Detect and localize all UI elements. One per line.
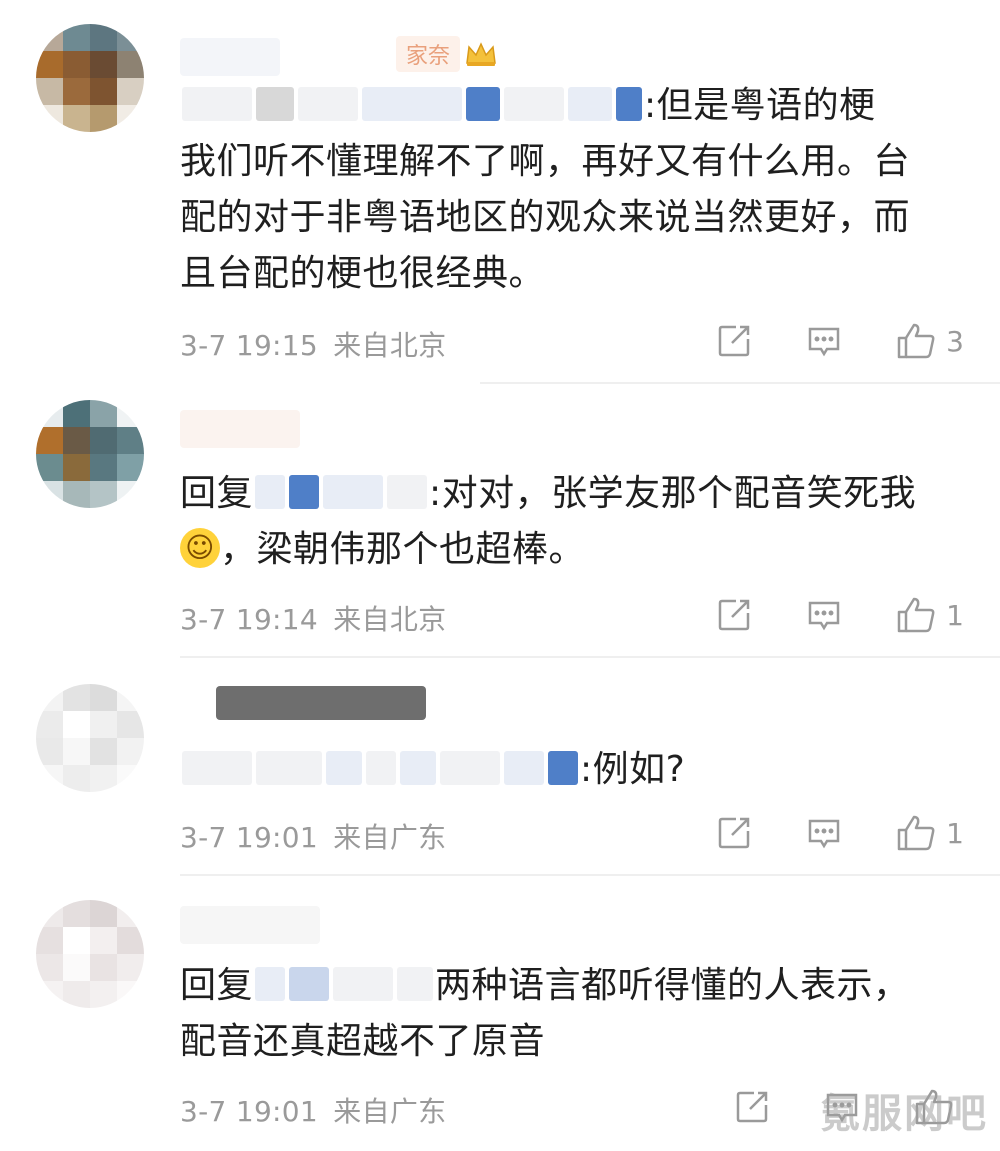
badge-label: 家奈 bbox=[396, 36, 461, 72]
location: 来自广东 bbox=[333, 821, 447, 854]
comment-meta: 3-7 19:15 来自北京 bbox=[180, 324, 446, 364]
like-button[interactable]: 1 bbox=[896, 814, 964, 852]
masked-text bbox=[504, 751, 544, 785]
username-masked[interactable] bbox=[180, 410, 300, 448]
masked-text bbox=[298, 87, 358, 121]
masked-text bbox=[362, 87, 462, 121]
masked-text bbox=[289, 475, 320, 509]
masked-text bbox=[256, 87, 294, 121]
comment-icon bbox=[808, 601, 840, 631]
masked-text bbox=[504, 87, 564, 121]
reply-line: 回复 两种语言都听得懂的人表示， bbox=[180, 958, 970, 1014]
comment-line: 且台配的梗也很经典。 bbox=[180, 253, 546, 294]
reply-label-masked bbox=[182, 87, 252, 121]
avatar[interactable] bbox=[36, 400, 144, 508]
reply-text: :但是粤语的梗 bbox=[644, 85, 876, 126]
like-button[interactable]: 1 bbox=[896, 596, 964, 634]
divider bbox=[480, 382, 1000, 384]
comment-body: :例如? bbox=[180, 742, 970, 798]
share-icon bbox=[718, 325, 750, 357]
like-count: 1 bbox=[946, 816, 964, 850]
share-icon bbox=[718, 599, 750, 631]
timestamp: 3-7 19:01 bbox=[180, 821, 319, 854]
comment-body: 回复 两种语言都听得懂的人表示， 配音还真超越不了原音 bbox=[180, 958, 970, 1070]
reply-label: 回复 bbox=[180, 473, 254, 514]
comment-meta: 3-7 19:01 来自广东 bbox=[180, 816, 446, 856]
masked-text bbox=[400, 751, 436, 785]
username-masked[interactable] bbox=[216, 686, 426, 720]
comment-icon bbox=[808, 327, 840, 357]
thumbs-up-icon bbox=[897, 597, 935, 633]
masked-text bbox=[255, 475, 286, 509]
comment-actions: 3 bbox=[662, 322, 964, 360]
masked-text bbox=[255, 967, 286, 1001]
like-count: 1 bbox=[946, 598, 964, 632]
username-masked[interactable] bbox=[180, 38, 280, 76]
masked-text bbox=[466, 87, 500, 121]
username-masked[interactable] bbox=[180, 906, 320, 944]
masked-text bbox=[333, 967, 394, 1001]
watermark: 氪服网吧 bbox=[820, 1091, 988, 1137]
timestamp: 3-7 19:15 bbox=[180, 329, 319, 362]
thumbs-up-icon bbox=[897, 323, 935, 359]
reply-button[interactable] bbox=[806, 323, 842, 359]
share-icon bbox=[736, 1091, 768, 1123]
avatar[interactable] bbox=[36, 900, 144, 1008]
reply-line: 回复 :对对，张学友那个配音笑死我 bbox=[180, 466, 970, 522]
comment-meta: 3-7 19:14 来自北京 bbox=[180, 598, 446, 638]
reply-text: :例如? bbox=[580, 749, 686, 790]
comment-line: 配的对于非粤语地区的观众来说当然更好，而 bbox=[180, 197, 911, 238]
share-icon bbox=[718, 817, 750, 849]
masked-text bbox=[323, 475, 384, 509]
divider bbox=[180, 656, 1000, 658]
thumbs-up-icon bbox=[897, 815, 935, 851]
laughing-tears-emoji: ☺ bbox=[180, 528, 220, 568]
share-button[interactable] bbox=[716, 815, 752, 851]
reply-line: :但是粤语的梗 bbox=[180, 78, 970, 134]
timestamp: 3-7 19:14 bbox=[180, 603, 319, 636]
masked-text bbox=[366, 751, 396, 785]
masked-text bbox=[568, 87, 612, 121]
comment-actions: 1 bbox=[662, 596, 964, 634]
reply-button[interactable] bbox=[806, 597, 842, 633]
share-button[interactable] bbox=[716, 597, 752, 633]
masked-text bbox=[440, 751, 500, 785]
comment-body: 回复 :对对，张学友那个配音笑死我 ☺ ，梁朝伟那个也超棒。 bbox=[180, 466, 970, 578]
share-button[interactable] bbox=[716, 323, 752, 359]
masked-text bbox=[387, 475, 428, 509]
location: 来自北京 bbox=[333, 603, 447, 636]
reply-text: 两种语言都听得懂的人表示， bbox=[435, 965, 910, 1006]
reply-text: :对对，张学友那个配音笑死我 bbox=[429, 473, 917, 514]
comment-actions: 1 bbox=[662, 814, 964, 852]
like-button[interactable]: 3 bbox=[896, 322, 964, 360]
masked-text bbox=[397, 967, 434, 1001]
masked-text bbox=[548, 751, 578, 785]
masked-text bbox=[326, 751, 362, 785]
location: 来自广东 bbox=[333, 1095, 447, 1128]
reply-line: :例如? bbox=[180, 742, 970, 798]
comment-line: ☺ ，梁朝伟那个也超棒。 bbox=[180, 522, 970, 578]
masked-text bbox=[256, 751, 322, 785]
reply-button[interactable] bbox=[806, 815, 842, 851]
reply-label: 回复 bbox=[180, 965, 254, 1006]
crown-icon bbox=[464, 41, 498, 67]
fan-badge: 家奈 bbox=[396, 36, 498, 72]
comment-body: :但是粤语的梗 我们听不懂理解不了啊，再好又有什么用。台 配的对于非粤语地区的观… bbox=[180, 78, 970, 302]
comment-line: 配音还真超越不了原音 bbox=[180, 1021, 546, 1062]
masked-text bbox=[289, 967, 330, 1001]
avatar[interactable] bbox=[36, 684, 144, 792]
masked-text bbox=[616, 87, 642, 121]
comment-meta: 3-7 19:01 来自广东 bbox=[180, 1090, 446, 1130]
like-count: 3 bbox=[946, 324, 964, 358]
share-button[interactable] bbox=[734, 1089, 770, 1125]
divider bbox=[180, 874, 1000, 876]
reply-label-masked bbox=[182, 751, 252, 785]
timestamp: 3-7 19:01 bbox=[180, 1095, 319, 1128]
location: 来自北京 bbox=[333, 329, 447, 362]
avatar[interactable] bbox=[36, 24, 144, 132]
comment-icon bbox=[808, 819, 840, 849]
comment-line: 我们听不懂理解不了啊，再好又有什么用。台 bbox=[180, 141, 911, 182]
